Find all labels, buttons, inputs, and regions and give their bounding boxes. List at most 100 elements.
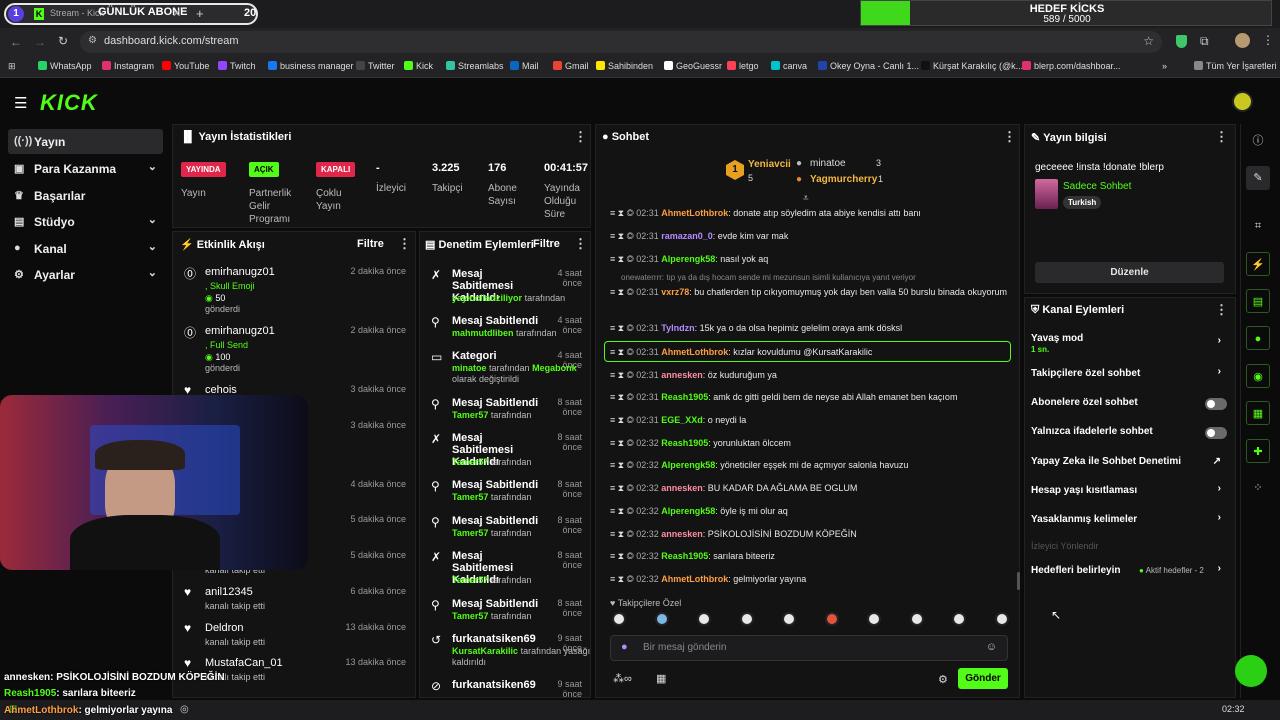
event-username[interactable]: Deldron — [205, 622, 244, 634]
layers-icon[interactable]: ▦ — [1246, 401, 1270, 425]
chat-message-actions-icon[interactable]: ≡ ⧗ ◎ — [610, 208, 636, 218]
emote-icon[interactable] — [654, 612, 669, 626]
moderation-user[interactable]: yayincilariziliyor — [452, 293, 522, 303]
chat-message-user[interactable]: AhmetLothbrok — [661, 347, 728, 357]
chat-message-user[interactable]: Reash1905 — [661, 551, 708, 561]
bookmark-item[interactable]: Sahibinden — [596, 61, 653, 71]
user-avatar[interactable] — [1232, 91, 1253, 112]
event-username[interactable]: emirhanugz01 — [205, 325, 275, 337]
slow-mode-row[interactable]: Yavaş mod 1 sn. › — [1031, 333, 1227, 355]
extensions-icon[interactable]: ⧉ — [1200, 34, 1209, 49]
chat-message-user[interactable]: Reash1905 — [661, 392, 708, 402]
account-age-row[interactable]: Hesap yaşı kısıtlaması › — [1031, 483, 1227, 496]
bookmark-item[interactable]: Okey Oyna - Canlı 1... — [818, 61, 919, 71]
top-gifter-1[interactable]: Yeniavcii — [748, 159, 791, 170]
emote-icon[interactable] — [697, 612, 711, 626]
more-bookmarks-icon[interactable]: » — [1162, 61, 1167, 71]
chat-message-actions-icon[interactable]: ≡ ⧗ ◎ — [610, 551, 636, 561]
edit-stream-button[interactable]: Düzenle — [1035, 262, 1224, 283]
mic-icon[interactable]: ● — [621, 641, 628, 653]
moderation-category[interactable]: Megabonk — [532, 363, 577, 373]
banned-words-row[interactable]: Yasaklanmış kelimeler › — [1031, 512, 1227, 525]
bookmark-item[interactable]: Kick — [404, 61, 433, 71]
activity-filter-button[interactable]: Filtre — [357, 238, 384, 250]
emote-icon[interactable] — [739, 612, 754, 626]
moderation-user[interactable]: KursatKarakilic — [452, 646, 518, 656]
extension-shield-icon[interactable] — [1176, 35, 1187, 48]
chat-message-actions-icon[interactable]: ≡ ⧗ ◎ — [610, 415, 636, 425]
edit-icon[interactable]: ✎ — [1246, 166, 1270, 190]
emoji-picker-icon[interactable]: ☺ — [986, 641, 997, 653]
chat-message-actions-icon[interactable]: ≡ ⧗ ◎ — [610, 574, 636, 584]
moderation-user[interactable]: mahmutdliben — [452, 328, 514, 338]
chat-menu-icon[interactable]: ⋮ — [1003, 129, 1016, 145]
set-goals-row[interactable]: Hedefleri belirleyin ● Aktif hedefler - 2… — [1031, 563, 1227, 576]
url-bar[interactable]: ⚙ dashboard.kick.com/stream ☆ — [80, 31, 1162, 53]
site-info-icon[interactable]: ⚙ — [88, 35, 97, 46]
emote-icon[interactable] — [824, 612, 839, 626]
chat-message-user[interactable]: annesken — [661, 483, 703, 493]
all-bookmarks-folder[interactable]: Tüm Yer İşaretleri — [1194, 61, 1277, 71]
expand-chevron-icon[interactable]: ⩡ — [803, 193, 809, 204]
bookmark-item[interactable]: letgo — [727, 61, 759, 71]
emote-icon[interactable] — [994, 612, 1009, 626]
reload-icon[interactable]: ↻ — [58, 34, 68, 48]
chat-message-user[interactable]: Alperengk58 — [661, 506, 715, 516]
category-link[interactable]: Sadece Sohbet — [1063, 181, 1131, 192]
bookmark-item[interactable]: Gmail — [553, 61, 589, 71]
bookmark-item[interactable]: Streamlabs — [446, 61, 504, 71]
subs-only-toggle[interactable] — [1205, 398, 1227, 410]
chat-message-user[interactable]: annesken — [661, 370, 703, 380]
chat-message-actions-icon[interactable]: ≡ ⧗ ◎ — [610, 506, 636, 516]
browser-tab[interactable]: 1 K Stream - Kick GÜNLÜK ABONE ✕ + 20 — [4, 3, 258, 25]
chat-message-user[interactable]: AhmetLothbrok — [661, 208, 728, 218]
moderation-user[interactable]: Tamer57 — [452, 611, 488, 621]
moderation-user[interactable]: Tamer57 — [452, 575, 488, 585]
sidebar-item-basarilar[interactable]: ♛ Başarılar — [8, 183, 163, 208]
moderation-menu-icon[interactable]: ⋮ — [574, 236, 587, 252]
chat-message-actions-icon[interactable]: ≡ ⧗ ◎ — [610, 483, 636, 493]
bookmark-item[interactable]: Instagram — [102, 61, 154, 71]
bookmark-item[interactable]: Twitch — [218, 61, 256, 71]
sidebar-item-studyo[interactable]: ▤ Stüdyo ⌄ — [8, 209, 163, 234]
flash-icon[interactable]: ⚡ — [1246, 252, 1270, 276]
sidebar-item-kanal[interactable]: ● Kanal ⌄ — [8, 236, 163, 261]
chat-message-actions-icon[interactable]: ≡ ⧗ ◎ — [610, 323, 636, 333]
bookmark-item[interactable]: Kürşat Karakılıç (@k... — [921, 61, 1023, 71]
moderation-user[interactable]: Tamer57 — [452, 492, 488, 502]
event-username[interactable]: MustafaCan_01 — [205, 657, 283, 669]
bookmark-item[interactable]: business manager — [268, 61, 354, 71]
store-icon[interactable]: ▦ — [656, 672, 666, 685]
top-gifter-3[interactable]: Yagmurcherry — [810, 174, 877, 185]
new-tab-icon[interactable]: + — [196, 6, 204, 21]
chat-message-user[interactable]: Reash1905 — [661, 438, 708, 448]
moderation-user[interactable]: minatoe — [452, 363, 487, 373]
help-fab-button[interactable] — [1235, 655, 1267, 687]
kick-logo[interactable]: KICK — [40, 90, 98, 116]
chat-message-user[interactable]: ramazan0_0 — [661, 231, 713, 241]
chat-message-actions-icon[interactable]: ≡ ⧗ ◎ — [610, 438, 636, 448]
chat-message-actions-icon[interactable]: ≡ ⧗ ◎ — [610, 231, 636, 241]
send-button[interactable]: Gönder — [958, 668, 1008, 689]
apps-grid-icon[interactable]: ⊞ — [8, 61, 16, 72]
chat-message-user[interactable]: Alperengk58 — [661, 254, 715, 264]
emote-icon[interactable] — [612, 612, 626, 626]
chat-message-user[interactable]: vxrz78 — [661, 287, 689, 297]
chat-message-actions-icon[interactable]: ≡ ⧗ ◎ — [610, 287, 636, 297]
bookmark-item[interactable]: WhatsApp — [38, 61, 92, 71]
profile-avatar[interactable] — [1235, 33, 1250, 48]
chat-icon[interactable]: ● — [1246, 326, 1270, 350]
bookmark-item[interactable]: Twitter — [356, 61, 395, 71]
broadcast-rail-icon[interactable]: ◉ — [1246, 364, 1270, 388]
chat-message-user[interactable]: Tylndzn — [661, 323, 694, 333]
moderation-filter-button[interactable]: Filtre — [533, 238, 560, 250]
emote-icon[interactable] — [952, 612, 966, 626]
bookmark-item[interactable]: YouTube — [162, 61, 209, 71]
moderation-user[interactable]: Tamer57 — [452, 410, 488, 420]
chat-message-actions-icon[interactable]: ≡ ⧗ ◎ — [610, 460, 636, 470]
kicks-icon[interactable]: ⁂∞ — [613, 672, 632, 685]
taskbar-app-icon[interactable]: ◎ — [180, 704, 189, 715]
bookmark-item[interactable]: blerp.com/dashboar... — [1022, 61, 1121, 71]
top-gifter-2[interactable]: minatoe — [810, 158, 846, 169]
chat-settings-icon[interactable]: ⚙ — [938, 673, 948, 686]
